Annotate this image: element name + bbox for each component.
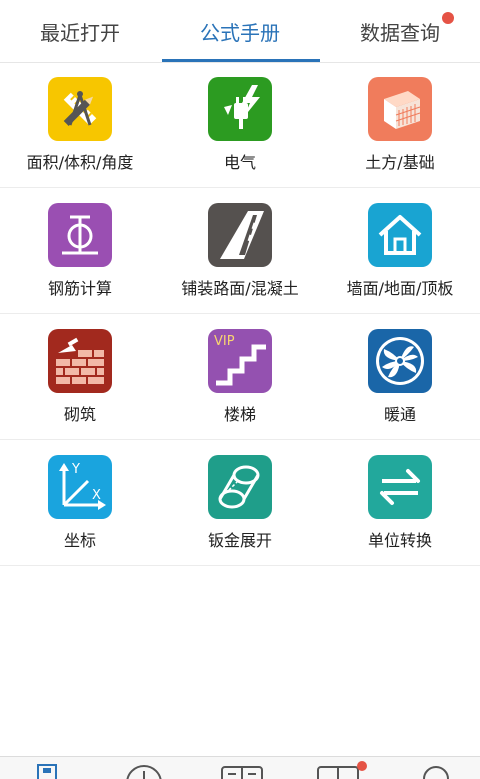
category-label: 暖通 <box>383 405 416 424</box>
category-masonry[interactable]: 砌筑 <box>0 314 160 439</box>
category-rebar[interactable]: 钢筋计算 <box>0 188 160 313</box>
category-wall-floor-ceiling[interactable]: 墙面/地面/顶板 <box>320 188 480 313</box>
category-hvac[interactable]: 暖通 <box>320 314 480 439</box>
category-label: 楼梯 <box>223 405 256 424</box>
swap-arrows-icon <box>368 455 432 519</box>
category-label: 坐标 <box>63 531 96 550</box>
category-label: 砌筑 <box>63 405 96 424</box>
tab-recent-label: 最近打开 <box>40 20 120 45</box>
tab-data-query-label: 数据查询 <box>360 20 440 45</box>
community-nav-icon[interactable] <box>316 763 360 779</box>
notification-dot <box>442 12 454 24</box>
top-tab-bar: 最近打开 公式手册 数据查询 <box>0 0 480 63</box>
category-paving-concrete[interactable]: 铺装路面/混凝土 <box>160 188 320 313</box>
tab-data-query[interactable]: 数据查询 <box>320 0 480 62</box>
foundation-block-icon <box>368 77 432 141</box>
category-label: 铺装路面/混凝土 <box>181 279 299 298</box>
ruler-pencil-compass-icon <box>48 77 112 141</box>
category-unit-conversion[interactable]: 单位转换 <box>320 440 480 565</box>
road-icon <box>208 203 272 267</box>
category-coordinates[interactable]: Y X 坐标 <box>0 440 160 565</box>
category-label: 电气 <box>223 153 256 172</box>
grid-row: Y X 坐标 钣金展开 单位转换 <box>0 440 480 566</box>
category-sheet-metal-unfold[interactable]: 钣金展开 <box>160 440 320 565</box>
grid-row: 钢筋计算 铺装路面/混凝土 墙面/地面/顶板 <box>0 188 480 314</box>
fan-icon <box>368 329 432 393</box>
category-stairs[interactable]: VIP 楼梯 <box>160 314 320 439</box>
clock-nav-icon[interactable] <box>124 763 164 779</box>
grid-row: 砌筑 VIP 楼梯 暖通 <box>0 314 480 440</box>
axis-y-label: Y <box>71 462 80 477</box>
axis-x-label: X <box>92 488 101 503</box>
nav-notification-dot <box>357 761 367 771</box>
category-earthwork-foundation[interactable]: 土方/基础 <box>320 62 480 187</box>
bottom-navigation-bar <box>0 756 480 779</box>
plug-lightning-icon <box>208 77 272 141</box>
category-label: 钢筋计算 <box>47 279 112 298</box>
category-label: 面积/体积/角度 <box>26 153 134 172</box>
category-electrical[interactable]: 电气 <box>160 62 320 187</box>
vip-badge: VIP <box>214 334 235 349</box>
category-label: 钣金展开 <box>207 531 272 550</box>
grid-row: 面积/体积/角度 电气 土方/基础 <box>0 62 480 188</box>
category-label: 土方/基础 <box>365 153 435 172</box>
tab-recent[interactable]: 最近打开 <box>0 0 160 62</box>
house-icon <box>368 203 432 267</box>
brick-wall-trowel-icon <box>48 329 112 393</box>
profile-nav-icon[interactable] <box>420 763 452 779</box>
stairs-icon: VIP <box>208 329 272 393</box>
rebar-symbol-icon <box>48 203 112 267</box>
category-label: 单位转换 <box>367 531 432 550</box>
tab-formula-handbook-label: 公式手册 <box>200 20 280 45</box>
category-area-volume-angle[interactable]: 面积/体积/角度 <box>0 62 160 187</box>
sheet-metal-cylinder-icon <box>208 455 272 519</box>
category-label: 墙面/地面/顶板 <box>346 279 454 298</box>
calculator-nav-icon[interactable] <box>220 763 264 779</box>
handbook-nav-icon[interactable] <box>36 763 58 779</box>
tab-formula-handbook[interactable]: 公式手册 <box>160 0 320 62</box>
formula-category-grid: 面积/体积/角度 电气 土方/基础 钢筋计算 铺装路面/混凝土 墙面/地面/顶板… <box>0 62 480 566</box>
xy-axis-icon: Y X <box>48 455 112 519</box>
